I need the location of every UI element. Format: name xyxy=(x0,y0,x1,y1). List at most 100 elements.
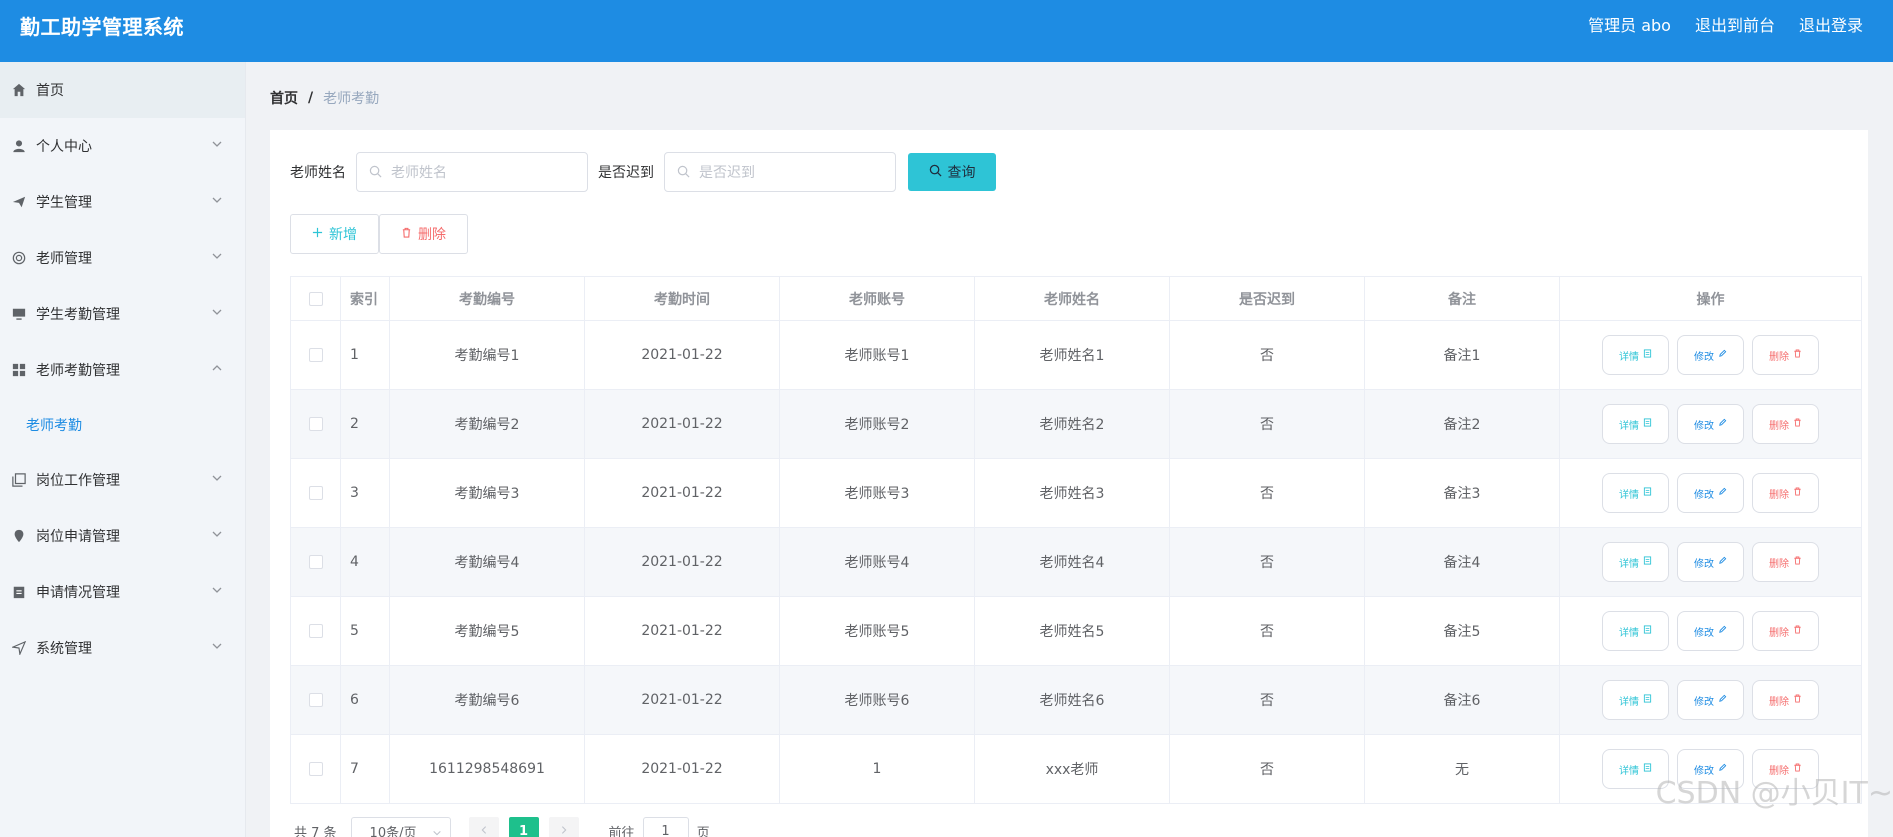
chevron-down-icon xyxy=(211,138,223,150)
watermark: CSDN @小贝IT~ xyxy=(1655,776,1893,811)
copy-icon xyxy=(11,472,27,488)
page-size-select[interactable]: 10条/页 xyxy=(350,817,451,837)
cell-teacher-account: 老师账号6 xyxy=(780,666,975,734)
delete-button[interactable]: 删除 xyxy=(1752,335,1819,375)
sidebar-item-teacher-management[interactable]: 老师管理 xyxy=(0,230,245,286)
select-all-checkbox[interactable] xyxy=(308,291,323,306)
sidebar-item-application-status[interactable]: 申请情况管理 xyxy=(0,564,245,620)
cell-remark: 无 xyxy=(1365,735,1560,803)
cell-index: 2 xyxy=(341,390,390,458)
row-checkbox[interactable] xyxy=(308,486,323,500)
detail-button[interactable]: 详情 xyxy=(1602,542,1669,582)
teacher-name-input[interactable]: 老师姓名 xyxy=(356,152,588,192)
cell-is-late: 否 xyxy=(1170,390,1365,458)
edit-button[interactable]: 修改 xyxy=(1677,680,1744,720)
edit-button[interactable]: 修改 xyxy=(1677,611,1744,651)
sidebar-item-student-management[interactable]: 学生管理 xyxy=(0,174,245,230)
row-operations-cell: 详情 修改 删除 xyxy=(1560,390,1862,458)
row-checkbox[interactable] xyxy=(308,417,323,431)
detail-button[interactable]: 详情 xyxy=(1602,335,1669,375)
page-number-button[interactable]: 1 xyxy=(508,817,539,837)
row-checkbox[interactable] xyxy=(308,624,323,638)
document-icon xyxy=(1643,694,1652,706)
sidebar-item-teacher-attendance[interactable]: 老师考勤管理 xyxy=(0,342,245,398)
edit-button-label: 修改 xyxy=(1694,351,1714,363)
trash-icon xyxy=(1793,694,1802,706)
row-operations: 详情 修改 删除 xyxy=(1602,473,1819,513)
delete-button[interactable]: 删除 xyxy=(1752,404,1819,444)
delete-button-label: 删除 xyxy=(1769,696,1789,708)
breadcrumb: 首页 / 老师考勤 xyxy=(270,88,379,108)
cell-is-late: 否 xyxy=(1170,735,1365,803)
document-icon xyxy=(1643,349,1652,361)
delete-button[interactable]: 删除 xyxy=(1752,611,1819,651)
sidebar-item-personal-center[interactable]: 个人中心 xyxy=(0,118,245,174)
row-operations-cell: 详情 修改 删除 xyxy=(1560,459,1862,527)
chevron-down-icon xyxy=(432,827,442,837)
table-row: 6 考勤编号6 2021-01-22 老师账号6 老师姓名6 否备注6 详情 修改 删除 xyxy=(291,666,1862,735)
edit-button[interactable]: 修改 xyxy=(1677,473,1744,513)
edit-button[interactable]: 修改 xyxy=(1677,404,1744,444)
document-icon xyxy=(1643,763,1652,775)
add-button-label: 新增 xyxy=(329,227,357,243)
is-late-input[interactable]: 是否迟到 xyxy=(664,152,896,192)
detail-button-label: 详情 xyxy=(1619,351,1639,363)
next-page-button[interactable] xyxy=(548,817,579,837)
document-icon xyxy=(1643,556,1652,568)
document-icon xyxy=(1643,418,1652,430)
row-checkbox[interactable] xyxy=(308,762,323,776)
sidebar-item-job-application[interactable]: 岗位申请管理 xyxy=(0,508,245,564)
table-row: 5 考勤编号5 2021-01-22 老师账号5 老师姓名5 否备注5 详情 修改 删除 xyxy=(291,597,1862,666)
query-button[interactable]: 查询 xyxy=(908,153,996,191)
header-operations: 操作 xyxy=(1560,277,1862,320)
sidebar-item-student-attendance[interactable]: 学生考勤管理 xyxy=(0,286,245,342)
chevron-down-icon xyxy=(211,194,223,206)
row-checkbox[interactable] xyxy=(308,555,323,569)
logout-link[interactable]: 退出登录 xyxy=(1799,12,1863,36)
chevron-right-icon xyxy=(559,824,569,837)
row-checkbox[interactable] xyxy=(308,693,323,707)
cell-teacher-name: 老师姓名3 xyxy=(975,459,1170,527)
edit-button[interactable]: 修改 xyxy=(1677,542,1744,582)
header-is-late: 是否迟到 xyxy=(1170,277,1365,320)
edit-button[interactable]: 修改 xyxy=(1677,335,1744,375)
cell-teacher-name: xxx老师 xyxy=(975,735,1170,803)
row-operations: 详情 修改 删除 xyxy=(1602,680,1819,720)
batch-delete-button[interactable]: 删除 xyxy=(379,214,468,254)
detail-button[interactable]: 详情 xyxy=(1602,611,1669,651)
top-header: 勤工助学管理系统 管理员 abo 退出到前台 退出登录 xyxy=(0,0,1893,62)
goto-page-input[interactable]: 1 xyxy=(642,817,689,837)
cell-attendance-time: 2021-01-22 xyxy=(585,735,780,803)
cell-attendance-no: 考勤编号5 xyxy=(390,597,585,665)
detail-button[interactable]: 详情 xyxy=(1602,473,1669,513)
detail-button[interactable]: 详情 xyxy=(1602,680,1669,720)
delete-button-label: 删除 xyxy=(1769,489,1789,501)
search-form: 老师姓名 老师姓名 是否迟到 是否迟到 查询 xyxy=(290,152,996,192)
sidebar-subitem-teacher-attendance[interactable]: 老师考勤 xyxy=(0,398,245,452)
chevron-down-icon xyxy=(211,640,223,652)
detail-button-label: 详情 xyxy=(1619,420,1639,432)
sidebar-item-system-management[interactable]: 系统管理 xyxy=(0,620,245,676)
delete-button[interactable]: 删除 xyxy=(1752,542,1819,582)
prev-page-button[interactable] xyxy=(468,817,499,837)
edit-button-label: 修改 xyxy=(1694,696,1714,708)
delete-button[interactable]: 删除 xyxy=(1752,680,1819,720)
row-select-cell xyxy=(291,666,341,734)
row-checkbox[interactable] xyxy=(308,348,323,362)
select-all-cell xyxy=(291,277,341,320)
exit-to-front-link[interactable]: 退出到前台 xyxy=(1695,12,1775,36)
pagination: 共 7 条 10条/页 1 前往 1 页 xyxy=(294,817,710,837)
cell-teacher-account: 老师账号3 xyxy=(780,459,975,527)
search-icon xyxy=(929,164,942,181)
sidebar-item-home[interactable]: 首页 xyxy=(0,62,245,118)
header-actions: 管理员 abo 退出到前台 退出登录 xyxy=(1588,12,1863,36)
detail-button[interactable]: 详情 xyxy=(1602,404,1669,444)
add-button[interactable]: 新增 xyxy=(290,214,379,254)
is-late-label: 是否迟到 xyxy=(598,165,654,181)
row-select-cell xyxy=(291,459,341,527)
delete-button[interactable]: 删除 xyxy=(1752,473,1819,513)
breadcrumb-home[interactable]: 首页 xyxy=(270,88,298,108)
main-panel: 老师姓名 老师姓名 是否迟到 是否迟到 查询 新增 删除 索引 考勤编号 考勤时… xyxy=(270,130,1868,837)
sidebar-item-job-work[interactable]: 岗位工作管理 xyxy=(0,452,245,508)
cell-attendance-time: 2021-01-22 xyxy=(585,666,780,734)
